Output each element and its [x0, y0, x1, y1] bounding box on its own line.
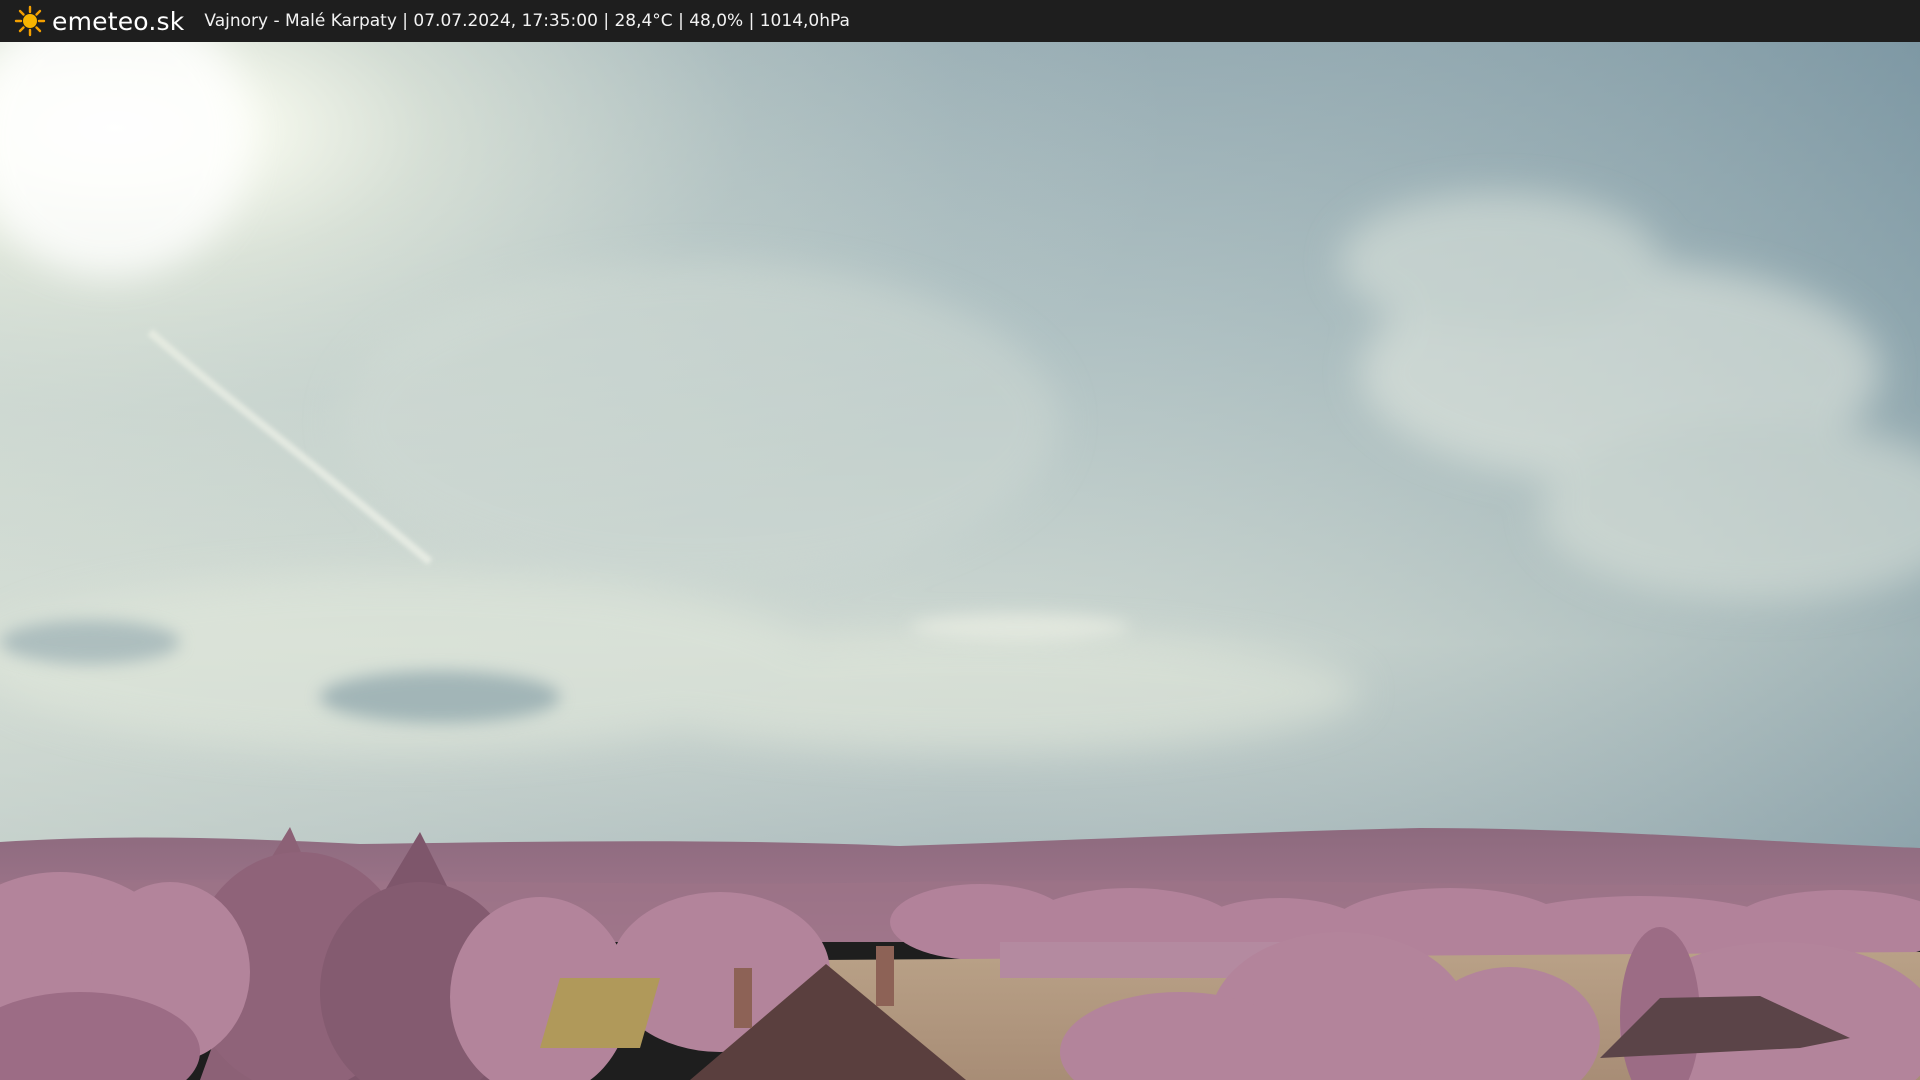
header-bar: emeteo.sk Vajnory - Malé Karpaty | 07.07…	[0, 0, 1920, 42]
webcam-scene	[0, 42, 1920, 1080]
webcam-caption: Vajnory - Malé Karpaty | 07.07.2024, 17:…	[204, 11, 850, 31]
sun-icon	[14, 5, 46, 37]
site-name[interactable]: emeteo.sk	[52, 7, 184, 36]
webcam-image	[0, 42, 1920, 1080]
